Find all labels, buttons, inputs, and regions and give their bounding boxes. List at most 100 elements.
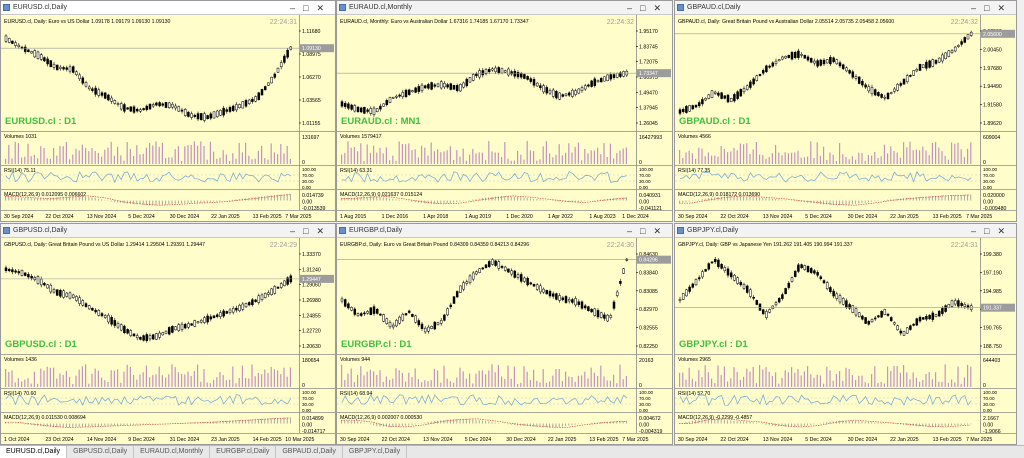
- candle-body: [158, 102, 161, 107]
- minimize-icon[interactable]: –: [627, 226, 640, 236]
- candle-body: [921, 64, 925, 68]
- chart-tab[interactable]: EURUSD.cl,Daily: [0, 446, 68, 458]
- candle-body: [49, 60, 53, 67]
- maximize-icon[interactable]: □: [303, 3, 316, 13]
- close-icon[interactable]: ✕: [316, 3, 332, 13]
- window-title-bar[interactable]: GBPUSD.cl,Daily –□✕: [1, 224, 335, 238]
- chart-tab[interactable]: GBPUSD.cl,Daily: [67, 446, 135, 458]
- volume-bar: [465, 160, 467, 164]
- volume-bar: [203, 145, 205, 164]
- volume-bar: [376, 374, 378, 387]
- minimize-icon[interactable]: –: [971, 226, 984, 236]
- maximize-icon[interactable]: □: [984, 3, 997, 13]
- volume-bar: [549, 153, 551, 164]
- close-icon[interactable]: ✕: [997, 226, 1013, 236]
- maximize-icon[interactable]: □: [984, 226, 997, 236]
- volume-bar: [925, 373, 927, 387]
- window-title-bar[interactable]: EURUSD.cl,Daily –□✕: [1, 1, 335, 15]
- macd-tick-label: 0.00: [983, 200, 993, 206]
- symbol-timeframe-label: EURUSD.cl : D1: [5, 116, 77, 127]
- volume-bar: [136, 145, 138, 164]
- volume-bar: [357, 151, 359, 164]
- volume-bar: [720, 145, 722, 164]
- chart-tab[interactable]: GBPJPY.cl,Daily: [343, 446, 408, 458]
- minimize-icon[interactable]: –: [290, 226, 303, 236]
- candle-body: [937, 310, 941, 317]
- close-icon[interactable]: ✕: [653, 226, 669, 236]
- volume-bar: [72, 154, 74, 164]
- volume-bar: [810, 374, 812, 387]
- macd-tick-label: 0.00: [983, 423, 993, 429]
- candle-body: [68, 66, 72, 72]
- window-title-bar[interactable]: GBPAUD.cl,Daily –□✕: [675, 1, 1016, 15]
- chart-canvas[interactable]: GBPUSD.cl, Daily: Great Britain Pound vs…: [1, 238, 335, 444]
- chart-tab[interactable]: GBPAUD.cl,Daily: [276, 446, 343, 458]
- chart-canvas[interactable]: EURAUD.cl, Monthly: Euro vs Australian D…: [337, 15, 672, 221]
- chart-tab[interactable]: EURGBP.cl,Daily: [210, 446, 277, 458]
- candle-body: [398, 316, 401, 324]
- candle-body: [212, 315, 216, 319]
- volume-bar: [587, 378, 589, 387]
- chart-tab[interactable]: EURAUD.cl,Monthly: [134, 446, 211, 458]
- volume-tick-label: 609004: [983, 135, 1000, 141]
- time-axis-label: 5 Dec 2024: [128, 214, 155, 220]
- candle-body: [254, 96, 257, 102]
- chart-canvas[interactable]: EURGBP.cl, Daily: Euro vs Great Britain …: [337, 238, 672, 444]
- volume-bar: [277, 154, 279, 164]
- candle-body: [43, 282, 46, 286]
- chart-window[interactable]: EURUSD.cl,Daily –□✕ EURUSD.cl, Daily: Euro…: [0, 0, 336, 222]
- candle-body: [574, 90, 577, 95]
- volume-bar: [481, 152, 483, 164]
- chart-canvas[interactable]: EURUSD.cl, Daily: Euro vs US Dollar 1.09…: [1, 15, 335, 221]
- volume-bar: [245, 378, 247, 387]
- chart-window[interactable]: GBPUSD.cl,Daily –□✕ GBPUSD.cl, Daily: Grea…: [0, 223, 336, 445]
- candle-body: [123, 104, 126, 112]
- symbol-timeframe-label: GBPAUD.cl : D1: [679, 116, 751, 127]
- volume-bar: [289, 367, 291, 387]
- volume-bar: [347, 373, 349, 387]
- candle-body: [864, 317, 867, 324]
- volume-bar: [366, 371, 368, 387]
- volume-bar: [168, 374, 170, 387]
- candle-body: [691, 105, 695, 110]
- window-title-bar[interactable]: EURGBP.cl,Daily –□✕: [337, 224, 672, 238]
- close-icon[interactable]: ✕: [997, 3, 1013, 13]
- chart-window[interactable]: EURAUD.cl,Monthly –□✕ EURAUD.cl, Monthly: …: [336, 0, 673, 222]
- candle-body: [953, 46, 957, 52]
- candle-body: [251, 299, 254, 306]
- window-title-bar[interactable]: GBPJPY.cl,Daily –□✕: [675, 224, 1016, 238]
- close-icon[interactable]: ✕: [653, 3, 669, 13]
- candle-body: [774, 60, 778, 64]
- chart-window[interactable]: GBPAUD.cl,Daily –□✕ GBPAUD.cl, Daily: Grea…: [674, 0, 1017, 222]
- candle-body: [215, 314, 219, 317]
- volume-bar: [893, 150, 895, 164]
- volume-bar: [749, 154, 751, 164]
- candle-body: [886, 92, 890, 99]
- window-title-bar[interactable]: EURAUD.cl,Monthly –□✕: [337, 1, 672, 15]
- candle-body: [487, 69, 491, 73]
- volume-bar: [867, 383, 869, 387]
- candle-body: [343, 103, 347, 107]
- macd-tick-label: -0.014717: [302, 429, 325, 435]
- minimize-icon[interactable]: –: [627, 3, 640, 13]
- close-icon[interactable]: ✕: [316, 226, 332, 236]
- maximize-icon[interactable]: □: [303, 226, 316, 236]
- volume-bar: [21, 381, 23, 387]
- chart-window[interactable]: EURGBP.cl,Daily –□✕ EURGBP.cl, Daily: Euro…: [336, 223, 673, 445]
- candle-body: [612, 74, 616, 78]
- minimize-icon[interactable]: –: [971, 3, 984, 13]
- chart-window[interactable]: GBPJPY.cl,Daily –□✕ GBPJPY.cl, Daily: GBP …: [674, 223, 1017, 445]
- maximize-icon[interactable]: □: [640, 3, 653, 13]
- maximize-icon[interactable]: □: [640, 226, 653, 236]
- candle-body: [164, 102, 168, 108]
- chart-canvas[interactable]: GBPJPY.cl, Daily: GBP vs Japanese Yen 19…: [675, 238, 1016, 444]
- chart-canvas[interactable]: GBPAUD.cl, Daily: Great Britain Pound vs…: [675, 15, 1016, 221]
- volume-bar: [565, 371, 567, 387]
- volume-bar: [488, 141, 490, 164]
- candle-body: [781, 294, 784, 299]
- minimize-icon[interactable]: –: [290, 3, 303, 13]
- volume-bar: [485, 160, 487, 164]
- candle-body: [516, 274, 520, 278]
- price-tick-label: 1.91580: [983, 103, 1002, 109]
- candle-body: [247, 302, 251, 306]
